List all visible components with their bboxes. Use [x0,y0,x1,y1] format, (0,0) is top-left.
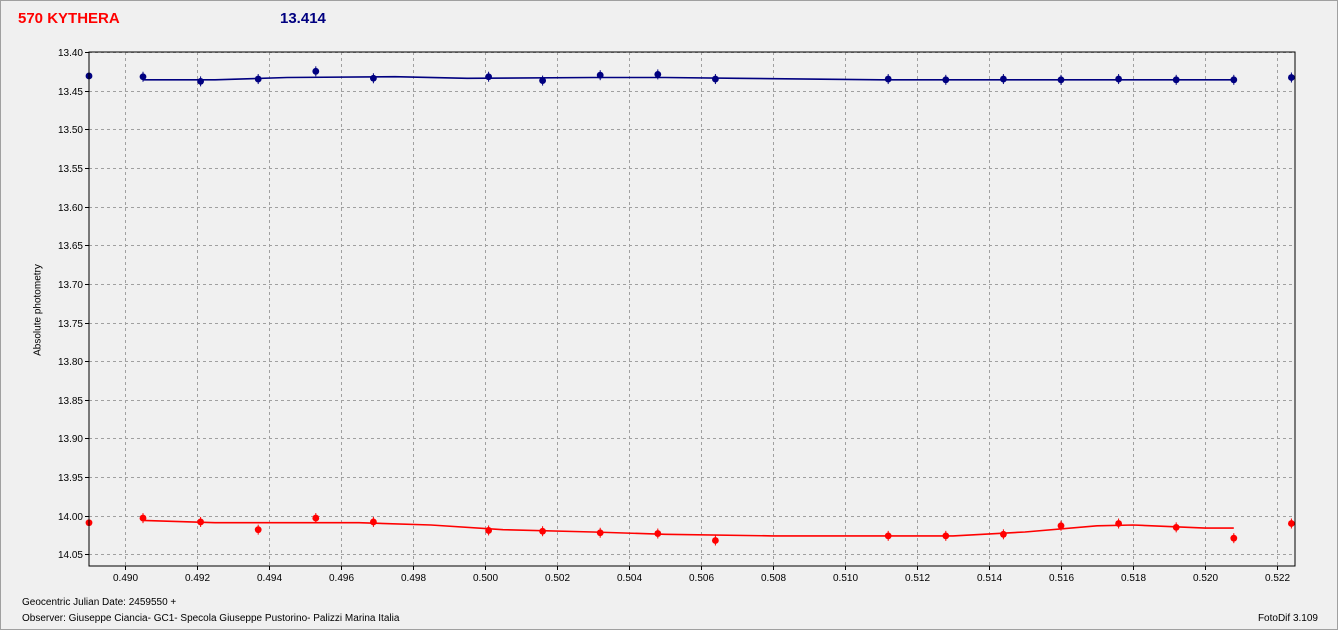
point-marker [1057,522,1065,530]
point-marker [712,75,719,83]
y-tick-label: 13.85 [58,396,83,407]
y-tick-label: 13.40 [58,48,83,59]
point-marker [197,518,205,526]
y-tick-label: 14.05 [58,550,83,561]
point-marker [1172,76,1180,84]
software-version-label: FotoDif 3.109 [1257,613,1318,624]
point-marker [1115,75,1122,83]
photometry-chart: 0.490 0.492 0.494 0.496 0.498 0.500 0.502 0.504… [58,48,1296,584]
point-marker [485,527,492,534]
y-tick-label: 13.60 [58,203,83,214]
point-marker [942,76,950,84]
x-tick-label: 0.492 [185,573,210,584]
x-tick-label: 0.508 [761,573,786,584]
x-tick-label: 0.516 [1049,573,1074,584]
point-marker [942,532,950,540]
point-marker [654,71,662,78]
point-marker [312,514,320,522]
point-marker [884,75,892,83]
point-marker [1000,530,1007,538]
point-marker [1000,75,1007,83]
point-marker [254,75,262,83]
point-marker [539,77,546,84]
point-marker [312,67,320,75]
y-tick-label: 13.90 [58,434,83,445]
y-tick-label: 13.75 [58,319,83,330]
point-marker [654,530,662,537]
point-marker [139,514,147,522]
point-marker [712,537,719,544]
point-marker [1230,76,1238,84]
y-tick-label: 13.50 [58,125,83,136]
x-tick-label: 0.504 [617,573,642,584]
point-marker [539,527,546,535]
x-tick-label: 0.522 [1265,573,1290,584]
point-marker [596,529,604,537]
y-tick-label: 14.00 [58,512,83,523]
y-tick-label: 13.55 [58,164,83,175]
point-marker [1057,76,1065,84]
point-marker [884,532,892,540]
y-tick-label: 13.95 [58,473,83,484]
x-tick-label: 0.506 [689,573,714,584]
x-tick-label: 0.520 [1193,573,1218,584]
x-tick-label: 0.496 [329,573,354,584]
x-tick-label: 0.494 [257,573,282,584]
point-marker [596,71,604,79]
y-tick-label: 13.45 [58,87,83,98]
point-marker [254,526,262,534]
point-marker [197,77,205,85]
y-tick-label: 13.65 [58,241,83,252]
point-marker [370,518,377,526]
x-tick-label: 0.514 [977,573,1002,584]
x-tick-label: 0.510 [833,573,858,584]
julian-date-label: Geocentric Julian Date: 2459550 + [22,597,177,608]
point-marker [1288,520,1295,527]
x-tick-label: 0.518 [1121,573,1146,584]
observer-label: Observer: Giuseppe Ciancia- GC1- Specola… [22,613,400,624]
point-marker [139,73,147,81]
point-marker [1288,74,1295,81]
point-marker [1115,520,1122,527]
point-marker [1172,523,1180,531]
y-tick-label: 13.70 [58,280,83,291]
x-tick-label: 0.498 [401,573,426,584]
point-marker [485,73,492,81]
x-tick-label: 0.500 [473,573,498,584]
x-tick-label: 0.512 [905,573,930,584]
y-axis-label: Absolute photometry [32,264,44,356]
point-marker [1230,534,1238,542]
point-marker [370,74,377,82]
x-tick-label: 0.502 [545,573,570,584]
x-tick-label: 0.490 [113,573,138,584]
y-tick-label: 13.80 [58,357,83,368]
